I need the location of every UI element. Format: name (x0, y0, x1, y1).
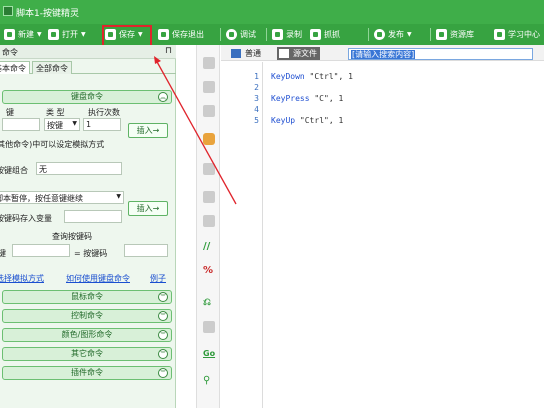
annotation-arrow (154, 56, 237, 205)
arrow-line (155, 59, 237, 205)
